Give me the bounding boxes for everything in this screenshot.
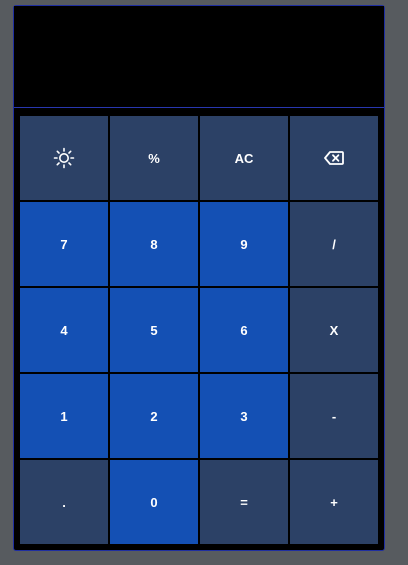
digit-7-button[interactable]: 7 — [20, 202, 108, 286]
calculator-window: % AC 7 8 9 / 4 5 6 X 1 2 3 - . 0 = + — [13, 5, 385, 551]
subtract-button[interactable]: - — [290, 374, 378, 458]
calculator-display — [14, 6, 384, 108]
digit-6-button[interactable]: 6 — [200, 288, 288, 372]
decimal-button[interactable]: . — [20, 460, 108, 544]
keypad: % AC 7 8 9 / 4 5 6 X 1 2 3 - . 0 = + — [20, 116, 380, 546]
digit-1-button[interactable]: 1 — [20, 374, 108, 458]
backspace-button[interactable] — [290, 116, 378, 200]
digit-2-button[interactable]: 2 — [110, 374, 198, 458]
sun-icon — [53, 147, 75, 169]
multiply-button[interactable]: X — [290, 288, 378, 372]
percent-button[interactable]: % — [110, 116, 198, 200]
add-button[interactable]: + — [290, 460, 378, 544]
digit-8-button[interactable]: 8 — [110, 202, 198, 286]
digit-0-button[interactable]: 0 — [110, 460, 198, 544]
divide-button[interactable]: / — [290, 202, 378, 286]
theme-toggle-button[interactable] — [20, 116, 108, 200]
digit-5-button[interactable]: 5 — [110, 288, 198, 372]
equals-button[interactable]: = — [200, 460, 288, 544]
backspace-icon — [324, 151, 344, 165]
digit-4-button[interactable]: 4 — [20, 288, 108, 372]
digit-9-button[interactable]: 9 — [200, 202, 288, 286]
digit-3-button[interactable]: 3 — [200, 374, 288, 458]
clear-button[interactable]: AC — [200, 116, 288, 200]
